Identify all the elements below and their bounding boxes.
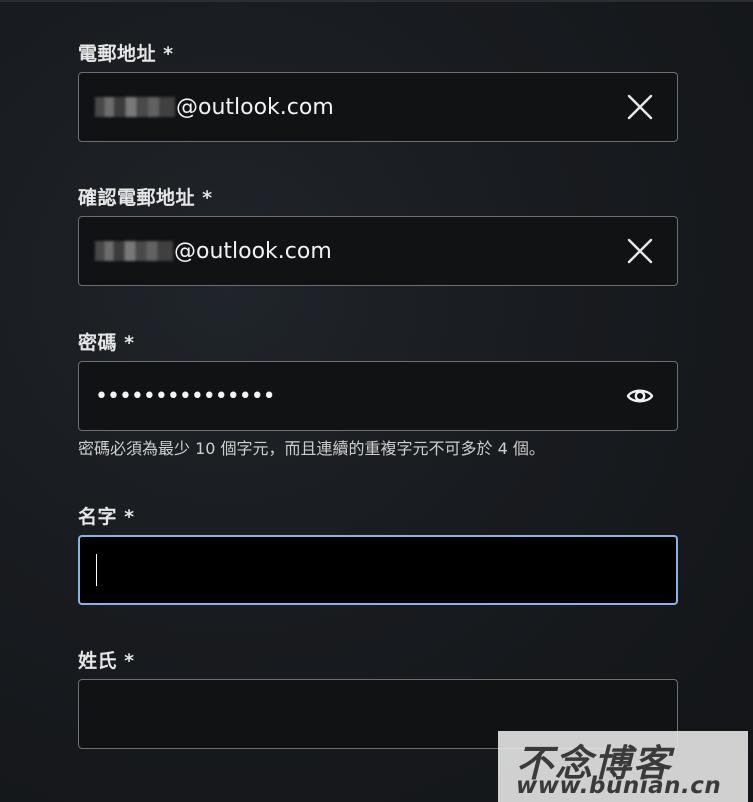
clear-email-button[interactable] bbox=[625, 92, 655, 122]
email-value: @outlook.com bbox=[95, 73, 334, 141]
text-caret bbox=[96, 554, 97, 586]
redacted-username bbox=[95, 97, 175, 117]
password-value: ••••••••••••••• bbox=[95, 383, 276, 409]
confirm-email-domain: @outlook.com bbox=[174, 238, 332, 264]
redacted-username bbox=[95, 241, 173, 261]
confirm-email-field[interactable]: @outlook.com bbox=[78, 216, 678, 286]
eye-icon bbox=[626, 389, 654, 403]
email-label: 電郵地址 * bbox=[78, 43, 174, 65]
first-name-label: 名字 * bbox=[78, 506, 135, 528]
close-icon bbox=[627, 238, 653, 264]
email-field[interactable]: @outlook.com bbox=[78, 72, 678, 142]
show-password-button[interactable] bbox=[625, 381, 655, 411]
password-label: 密碼 * bbox=[78, 332, 135, 354]
first-name-input[interactable] bbox=[78, 535, 678, 605]
watermark: 不念博客 www.bunian.cn bbox=[498, 731, 748, 802]
confirm-email-value: @outlook.com bbox=[95, 217, 332, 285]
confirm-email-label: 確認電郵地址 * bbox=[78, 187, 213, 209]
last-name-label: 姓氏 * bbox=[78, 650, 135, 672]
clear-confirm-email-button[interactable] bbox=[625, 236, 655, 266]
close-icon bbox=[627, 94, 653, 120]
password-hint: 密碼必須為最少 10 個字元，而且連續的重複字元不可多於 4 個。 bbox=[78, 439, 545, 458]
watermark-url: www.bunian.cn bbox=[516, 773, 722, 799]
email-domain: @outlook.com bbox=[176, 94, 334, 120]
password-field[interactable]: ••••••••••••••• bbox=[78, 361, 678, 431]
